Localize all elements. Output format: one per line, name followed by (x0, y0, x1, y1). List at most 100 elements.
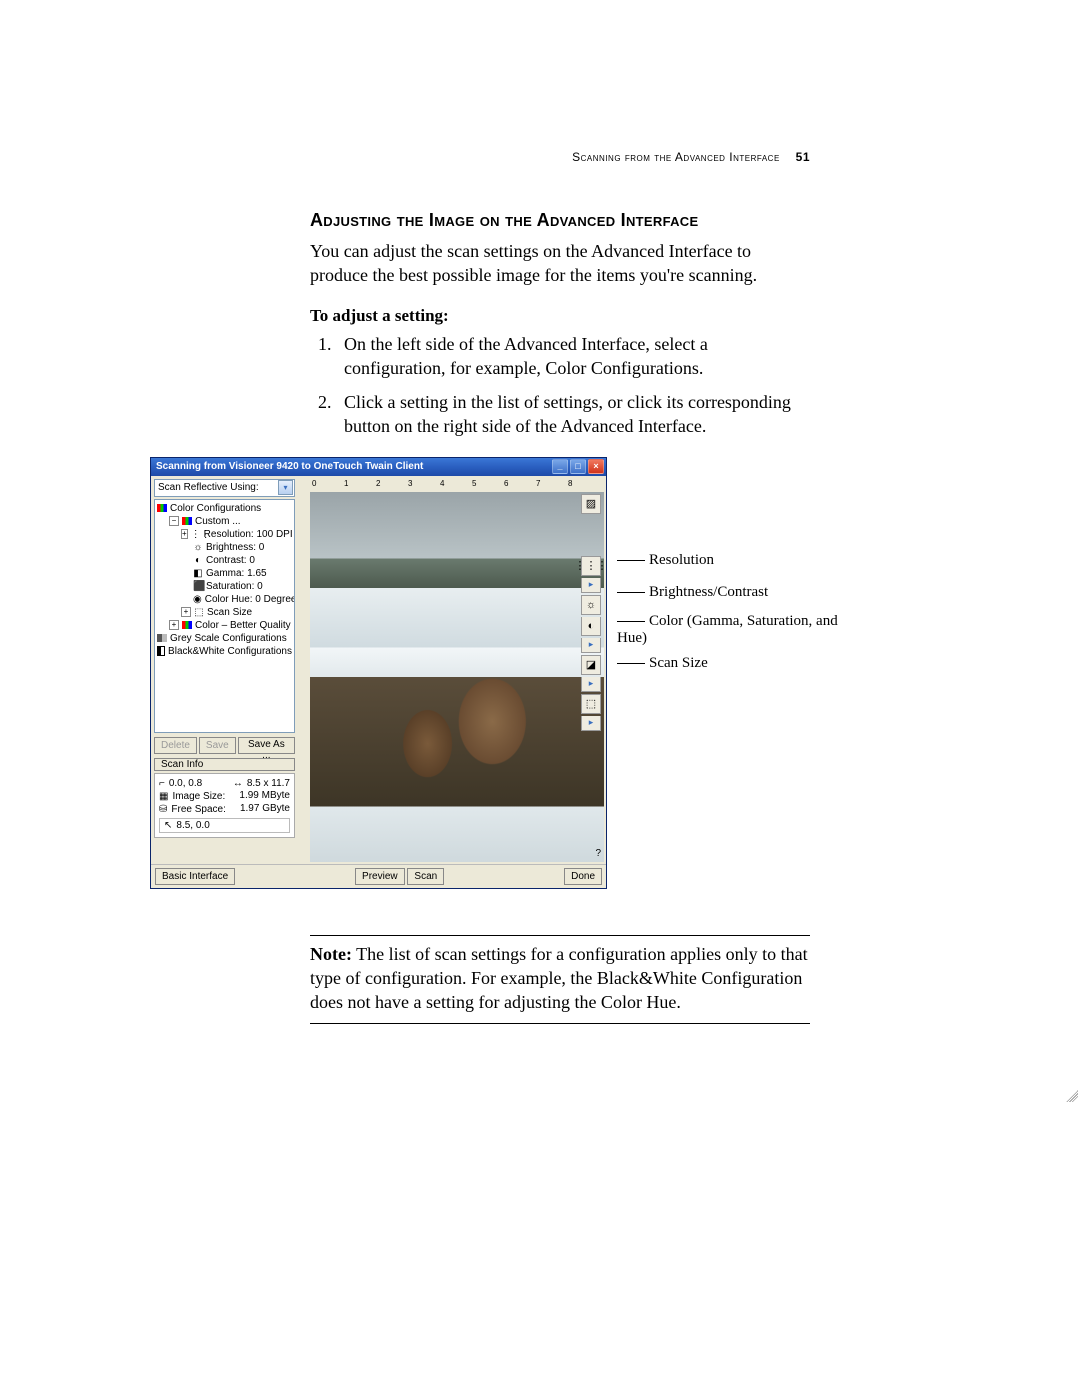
corner-icon: ⌐ (159, 778, 165, 789)
tree-scansize[interactable]: Scan Size (207, 606, 252, 619)
config-tree[interactable]: Color Configurations −Custom ... +⋮⋮Reso… (154, 499, 295, 733)
tree-bw[interactable]: Black&White Configurations (168, 645, 292, 658)
running-header: Scanning from the Advanced Interface 51 (572, 150, 810, 164)
expand-icon[interactable]: ▸ (581, 578, 601, 593)
tree-saturation[interactable]: Saturation: 0 (206, 580, 263, 593)
page-number: 51 (796, 150, 810, 164)
note-label: Note: (310, 944, 352, 964)
ruler-tick: 6 (504, 479, 508, 488)
scan-mode-label: Scan Reflective Using: (158, 482, 259, 493)
minimize-icon[interactable]: _ (552, 459, 568, 474)
callouts: Resolution Brightness/Contrast Color (Ga… (617, 457, 877, 887)
expand-icon[interactable]: ▸ (581, 716, 601, 731)
gamma-icon: ◧ (193, 567, 203, 580)
callout-scansize: Scan Size (649, 655, 708, 671)
maximize-icon[interactable]: □ (570, 459, 586, 474)
note-text: The list of scan settings for a configur… (310, 944, 808, 1013)
tree-grey[interactable]: Grey Scale Configurations (170, 632, 287, 645)
tree-custom[interactable]: Custom ... (195, 515, 241, 528)
procedure-list: On the left side of the Advanced Interfa… (310, 332, 810, 439)
scan-info-panel: ⌐ 0.0, 0.8 ↔ 8.5 x 11.7 ▦ Image Size: 1.99 M… (154, 773, 295, 838)
expand-icon[interactable]: + (181, 529, 188, 539)
expand-icon[interactable]: ▸ (581, 638, 601, 653)
resolution-icon: ⋮⋮ (191, 528, 201, 541)
size-icon: ↔ (233, 778, 243, 789)
ruler-tick: 0 (312, 479, 316, 488)
tree-better-quality[interactable]: Color – Better Quality (195, 619, 291, 632)
cursor-icon: ↖ (164, 820, 172, 831)
close-icon[interactable]: × (588, 459, 604, 474)
ruler-tick: 2 (376, 479, 380, 488)
ruler-tick: 8 (568, 479, 572, 488)
running-header-text: Scanning from the Advanced Interface (572, 150, 780, 164)
step-2: Click a setting in the list of settings,… (336, 390, 810, 439)
scan-button[interactable]: Scan (407, 868, 444, 885)
section-title: Adjusting the Image on the Advanced Inte… (310, 210, 810, 231)
color-tool-icon[interactable]: ◪ (581, 655, 601, 675)
preview-button[interactable]: Preview (355, 868, 405, 885)
dialog-title: Scanning from Visioneer 9420 to OneTouch… (156, 461, 423, 472)
note-block: Note: The list of scan settings for a co… (310, 935, 810, 1024)
help-icon[interactable]: ? (595, 848, 601, 859)
done-button[interactable]: Done (564, 868, 602, 885)
scan-info-label: Scan Info (154, 758, 295, 771)
ruler-tick: 4 (440, 479, 444, 488)
save-button[interactable]: Save (199, 737, 236, 754)
ruler-horizontal: 0 1 2 3 4 5 6 7 8 (310, 478, 604, 493)
bw-swatch-icon (157, 646, 165, 656)
preview-pane: 0 1 2 3 4 5 6 7 8 ▨ (296, 478, 604, 862)
image-size-value: 1.99 MByte (239, 790, 290, 803)
tree-color-configs[interactable]: Color Configurations (170, 502, 261, 515)
intro-paragraph: You can adjust the scan settings on the … (310, 239, 810, 288)
callout-brightness: Brightness/Contrast (649, 584, 768, 600)
tree-gamma[interactable]: Gamma: 1.65 (206, 567, 267, 580)
expand-icon[interactable]: + (169, 620, 179, 630)
image-icon: ▦ (159, 791, 168, 802)
basic-interface-button[interactable]: Basic Interface (155, 868, 235, 885)
procedure-heading: To adjust a setting: (310, 306, 810, 326)
new-preview-icon[interactable]: ▨ (581, 494, 601, 514)
expand-icon[interactable]: + (181, 607, 191, 617)
tree-resolution[interactable]: Resolution: 100 DPI (204, 528, 293, 541)
free-space-label: Free Space: (171, 804, 225, 815)
scan-dialog: Scanning from Visioneer 9420 to OneTouch… (150, 457, 607, 889)
contrast-icon: ◐ (193, 554, 203, 567)
resolution-tool-icon[interactable]: ⋮⋮⋮ (581, 556, 601, 576)
brightness-tool-icon[interactable]: ☼ (581, 595, 601, 615)
scan-coords: 0.0, 0.8 (169, 778, 202, 789)
saturation-icon: ⬛ (193, 580, 203, 593)
tree-brightness[interactable]: Brightness: 0 (206, 541, 264, 554)
scan-mode-select[interactable]: Scan Reflective Using: (154, 479, 295, 497)
tree-contrast[interactable]: Contrast: 0 (206, 554, 255, 567)
scan-size-tool-icon[interactable]: ⬚ (581, 694, 601, 714)
color-swatch-icon (182, 621, 192, 629)
delete-button[interactable]: Delete (154, 737, 197, 754)
hue-icon: ◉ (193, 593, 202, 606)
color-swatch-icon (182, 517, 192, 525)
tree-hue[interactable]: Color Hue: 0 Degrees (205, 593, 295, 606)
callout-resolution: Resolution (649, 552, 714, 568)
contrast-tool-icon[interactable]: ◐ (581, 617, 601, 636)
photo-placeholder (310, 492, 604, 862)
scan-dims: 8.5 x 11.7 (247, 778, 290, 789)
save-as-button[interactable]: Save As ... (238, 737, 295, 754)
expand-icon[interactable]: ▸ (581, 677, 601, 692)
preview-image[interactable] (310, 492, 604, 862)
ruler-tick: 1 (344, 479, 348, 488)
titlebar: Scanning from Visioneer 9420 to OneTouch… (151, 458, 606, 476)
ruler-tick: 7 (536, 479, 540, 488)
color-swatch-icon (157, 504, 167, 512)
ruler-tick: 5 (472, 479, 476, 488)
image-size-label: Image Size: (172, 791, 225, 802)
collapse-icon[interactable]: − (169, 516, 179, 526)
cursor-pos: 8.5, 0.0 (176, 820, 209, 831)
grey-swatch-icon (157, 634, 167, 642)
settings-pane: Scan Reflective Using: Color Configurati… (153, 478, 296, 862)
resize-grip-icon[interactable] (1066, 1090, 1078, 1102)
chevron-down-icon[interactable] (278, 480, 293, 495)
step-1: On the left side of the Advanced Interfa… (336, 332, 810, 381)
dialog-footer: Basic Interface Preview Scan Done (151, 864, 606, 888)
disk-icon: ⛁ (159, 804, 167, 815)
figure: Scanning from Visioneer 9420 to OneTouch… (150, 457, 890, 889)
callout-color: Color (Gamma, Saturation, and Hue) (617, 613, 838, 646)
